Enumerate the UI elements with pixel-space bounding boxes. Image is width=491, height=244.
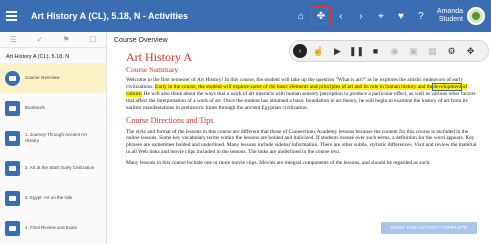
help-icon[interactable]: ? (411, 6, 431, 26)
overview-icon (5, 70, 20, 86)
flag-icon[interactable]: ⚑ (59, 35, 73, 44)
sidebar-item-unit-3[interactable]: 3. Egypt: Art on the Nile (0, 183, 106, 213)
chevron-right-icon[interactable]: › (351, 6, 371, 26)
note-icon[interactable]: ☐ (86, 35, 100, 44)
selected-word[interactable]: development (432, 82, 463, 91)
top-bar: Art History A (CL), 5.18, N - Activities… (0, 0, 491, 32)
sidebar: ☰ ✓ ⚑ ☐ Art History A (CL), 5.18, N Cour… (0, 32, 107, 244)
breadcrumb: Course Overview (114, 37, 168, 44)
sidebar-course-title: Art History A (CL), 5.18, N (6, 54, 70, 60)
mark-complete-button[interactable]: MARK THIS ACTIVITY COMPLETE (381, 222, 477, 234)
top-icons: ⌂ ✤ ‹ › ⌖ ♥ ? Amanda Student (291, 0, 491, 32)
list-icon[interactable]: ☰ (6, 35, 20, 44)
folder-icon (5, 130, 20, 146)
read-aloud-toolbar: ‹ ☝ ▶ ❚❚ ■ ◉ ▣ ▦ ⚙ ✥ (289, 40, 489, 62)
app-title: Art History A (CL), 5.18, N - Activities (31, 11, 189, 21)
folder-icon (5, 100, 20, 116)
expand-icon[interactable]: ⌖ (371, 6, 391, 26)
stop-icon[interactable]: ■ (366, 41, 385, 61)
section-heading: Course Directions and Tips (126, 115, 214, 125)
page-subtitle: Course Summary (126, 65, 179, 74)
pointer-icon[interactable]: ☝ (309, 41, 328, 61)
sidebar-tabs: ☰ ✓ ⚑ ☐ (0, 32, 106, 48)
move-icon[interactable]: ✥ (461, 41, 480, 61)
lesson-content: Art History A Course Summary Welcome to … (126, 50, 478, 171)
gear-icon[interactable]: ⚙ (442, 41, 461, 61)
sidebar-item-bookwork[interactable]: Bookwork (0, 93, 106, 123)
collapse-icon[interactable]: ‹ (293, 44, 307, 58)
intro-paragraph: Welcome to the first semester of Art His… (126, 77, 476, 111)
highlighted-text[interactable]: Early in the course, the student will ex… (155, 83, 434, 90)
folder-icon (5, 160, 20, 176)
chevron-left-icon[interactable]: ‹ (331, 6, 351, 26)
screenshot-icon[interactable]: ▦ (423, 41, 442, 61)
sidebar-item-unit-4[interactable]: 4. Final Review and Exam (0, 213, 106, 243)
picture-icon[interactable]: ▣ (404, 41, 423, 61)
main-content: Course Overview Art History A Course Sum… (108, 32, 491, 244)
hamburger-menu-icon[interactable] (6, 11, 28, 21)
heart-icon[interactable]: ♥ (391, 6, 411, 26)
movies-paragraph: Many lessons in this course include one … (126, 160, 431, 167)
sidebar-item-unit-2[interactable]: 2. Art at the Start: Early Civilization (0, 153, 106, 183)
translate-icon[interactable]: ✤ (310, 6, 331, 26)
home-icon[interactable]: ⌂ (291, 6, 311, 26)
directions-paragraph: The style and format of the lessons in t… (126, 128, 477, 156)
play-icon[interactable]: ▶ (328, 41, 347, 61)
user-name[interactable]: Amanda Student (437, 8, 463, 24)
check-circle-icon[interactable]: ✓ (33, 35, 47, 44)
avatar[interactable] (467, 7, 485, 25)
sidebar-item-unit-1[interactable]: 1. Journey Through Ancient Art History (0, 123, 106, 153)
folder-icon (5, 190, 20, 206)
folder-icon (5, 220, 20, 236)
pause-icon[interactable]: ❚❚ (347, 41, 366, 61)
voice-settings-icon[interactable]: ◉ (385, 41, 404, 61)
sidebar-item-course-overview[interactable]: Course Overview (0, 63, 106, 93)
